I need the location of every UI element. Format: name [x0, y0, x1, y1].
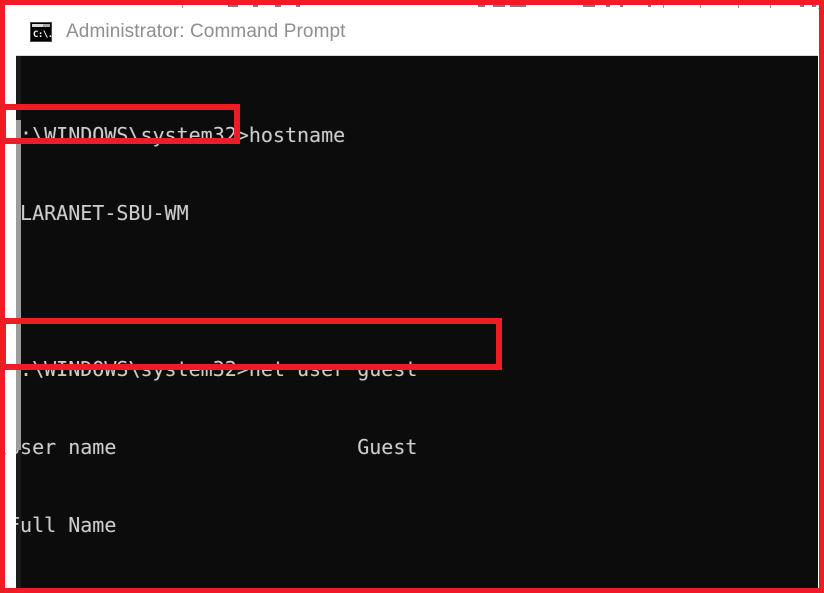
background-document-text: ( t y ( — [0, 5, 7, 514]
ruler-mark — [620, 3, 623, 7]
console-line: C:\WINDOWS\system32>net user guest — [16, 357, 418, 381]
console-scrollbar-thumb[interactable] — [16, 120, 21, 450]
ruler-mark — [648, 3, 651, 7]
ruler-mark — [296, 3, 300, 7]
screenshot-root: ( t y ( C:\. Administrator: Command Prom… — [0, 0, 824, 593]
ruler-mark — [812, 3, 816, 7]
ruler-mark — [275, 3, 281, 7]
icon-dots — [43, 23, 50, 27]
ruler-mark — [510, 3, 526, 7]
ruler-mark — [606, 3, 610, 7]
window-title-bar[interactable]: C:\. Administrator: Command Prompt — [16, 8, 818, 56]
cmd-prompt-icon: C:\. — [30, 21, 53, 42]
console-text: C:\WINDOWS\system32>hostname CLARANET-SB… — [16, 70, 818, 593]
ruler-mark — [253, 3, 258, 7]
console-line: User name Guest — [16, 435, 418, 459]
console-line: C:\WINDOWS\system32>hostname — [16, 123, 346, 147]
command-prompt-window[interactable]: C:\. Administrator: Command Prompt C:\WI… — [16, 8, 818, 593]
console-line: CLARANET-SBU-WM — [16, 201, 189, 225]
icon-prompt-glyph: C:\. — [33, 29, 53, 40]
ruler-mark — [478, 3, 485, 7]
ruler-mark — [493, 3, 505, 7]
window-title-text: Administrator: Command Prompt — [66, 20, 346, 42]
ruler-mark — [800, 3, 804, 7]
ruler-mark — [228, 3, 238, 7]
console-output-area[interactable]: C:\WINDOWS\system32>hostname CLARANET-SB… — [16, 56, 818, 593]
console-line: Full Name — [16, 513, 117, 537]
ruler-mark — [583, 3, 595, 7]
